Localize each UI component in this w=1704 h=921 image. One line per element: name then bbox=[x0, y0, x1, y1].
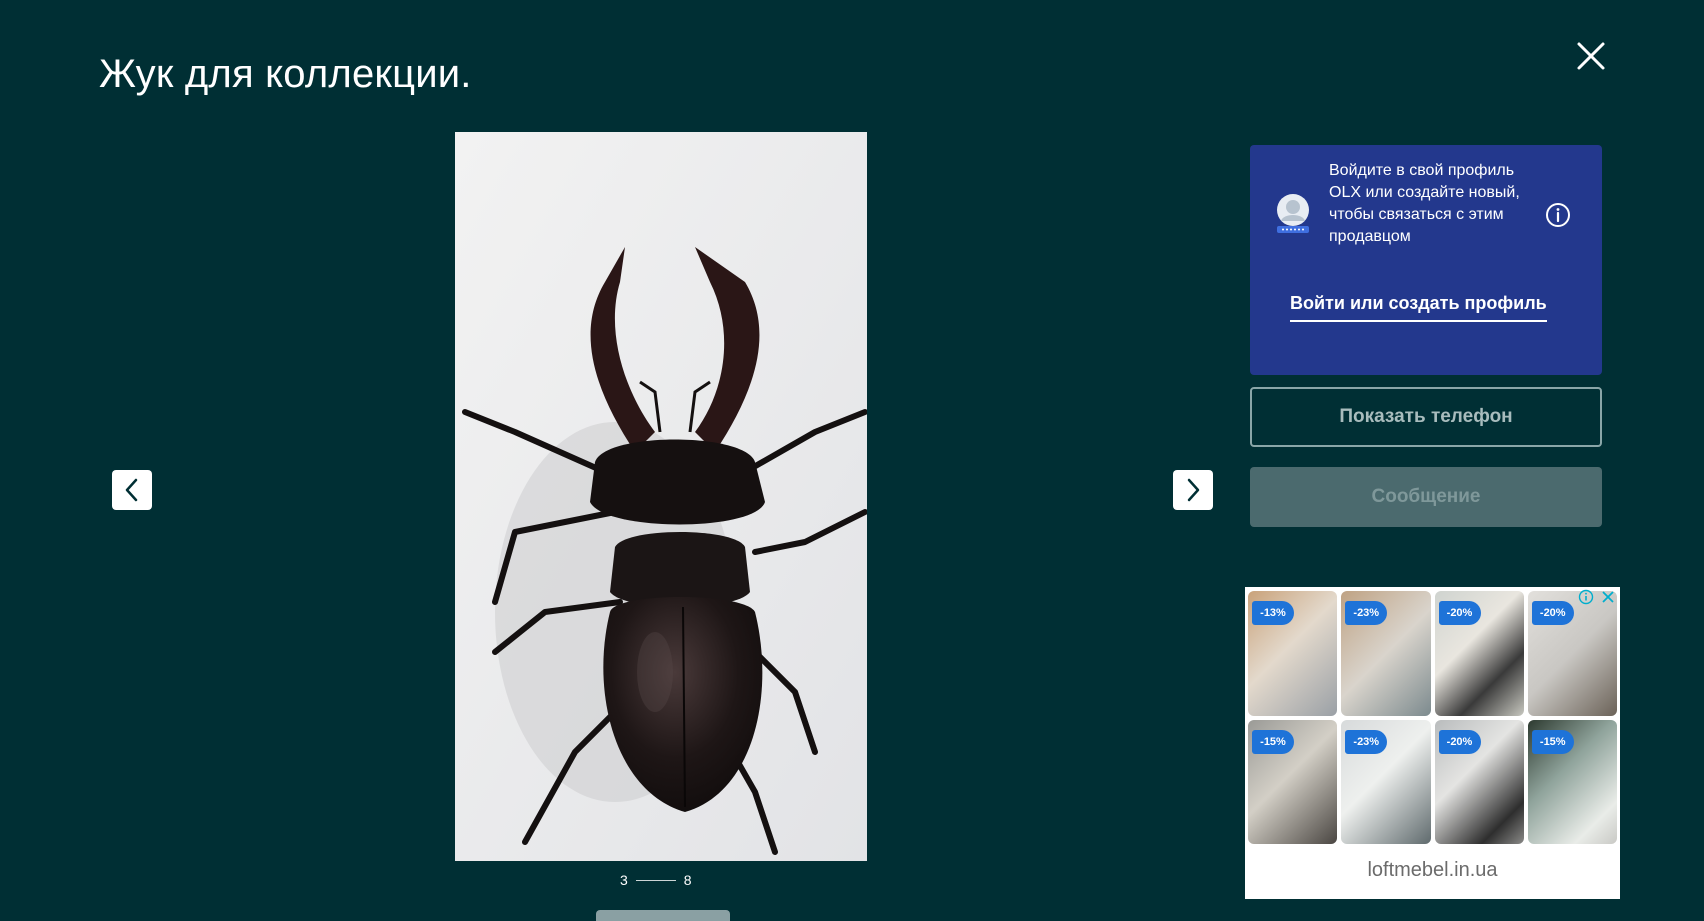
ad-product-tile[interactable]: -13% bbox=[1248, 591, 1338, 716]
show-phone-button[interactable]: Показать телефон bbox=[1250, 387, 1602, 447]
discount-badge: -13% bbox=[1252, 601, 1294, 625]
ad-product-tile[interactable]: -23% bbox=[1341, 591, 1431, 716]
pager-divider bbox=[635, 879, 676, 881]
ad-product-grid: -13% -23% -20% -20% -15% -23% -20% -15% bbox=[1248, 591, 1617, 844]
ad-product-tile[interactable]: -15% bbox=[1248, 719, 1338, 844]
close-icon[interactable] bbox=[1572, 37, 1610, 75]
profile-avatar-icon bbox=[1274, 193, 1312, 235]
login-prompt-text: Войдите в свой профиль OLX или создайте … bbox=[1329, 162, 1520, 245]
ad-product-tile[interactable]: -20% bbox=[1434, 591, 1524, 716]
ad-product-tile[interactable]: -20% bbox=[1527, 591, 1617, 716]
pager-current: 3 bbox=[620, 872, 628, 888]
info-icon[interactable] bbox=[1545, 202, 1571, 228]
discount-badge: -15% bbox=[1252, 729, 1294, 754]
previous-photo-button[interactable] bbox=[112, 470, 152, 510]
chevron-right-icon bbox=[1187, 478, 1200, 502]
login-prompt-card: Войдите в свой профиль OLX или создайте … bbox=[1250, 145, 1602, 375]
ad-domain-link[interactable]: loftmebel.in.ua bbox=[1245, 859, 1620, 882]
next-photo-button[interactable] bbox=[1173, 470, 1213, 510]
ad-product-tile[interactable]: -23% bbox=[1341, 719, 1431, 844]
ad-close-icon[interactable] bbox=[1600, 589, 1616, 605]
modal-title: Жук для коллекции. bbox=[99, 52, 472, 96]
ad-info-icon[interactable] bbox=[1578, 589, 1594, 605]
thumbnail-tab[interactable] bbox=[596, 910, 730, 921]
ad-product-tile[interactable]: -15% bbox=[1527, 719, 1617, 844]
ad-banner[interactable]: -13% -23% -20% -20% -15% -23% -20% -15% bbox=[1245, 587, 1620, 899]
pager-total: 8 bbox=[683, 872, 692, 888]
discount-badge: -23% bbox=[1345, 729, 1388, 754]
discount-badge: -20% bbox=[1438, 601, 1481, 625]
message-button[interactable]: Сообщение bbox=[1250, 467, 1602, 527]
discount-badge: -20% bbox=[1531, 601, 1574, 625]
login-or-register-link[interactable]: Войти или создать профиль bbox=[1290, 293, 1547, 322]
discount-badge: -15% bbox=[1531, 729, 1574, 754]
discount-badge: -23% bbox=[1345, 601, 1388, 625]
photo-pager: 3 8 bbox=[620, 870, 692, 890]
chevron-left-icon bbox=[125, 478, 138, 502]
discount-badge: -20% bbox=[1438, 729, 1481, 754]
main-photo bbox=[455, 132, 867, 861]
ad-product-tile[interactable]: -20% bbox=[1434, 719, 1524, 844]
